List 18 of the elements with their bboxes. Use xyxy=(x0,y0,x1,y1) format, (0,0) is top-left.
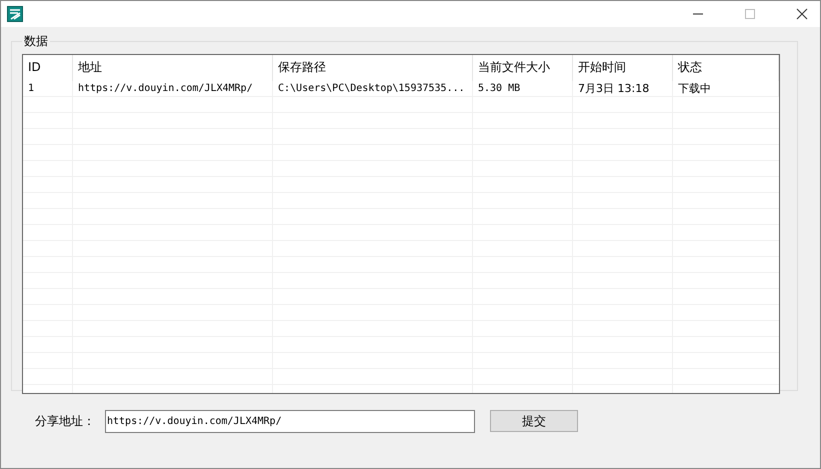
table-cell: 1 xyxy=(23,81,73,97)
table-cell: 下载中 xyxy=(673,81,779,97)
column-header[interactable]: 状态 xyxy=(673,55,779,81)
close-icon[interactable] xyxy=(796,8,808,20)
submit-button[interactable]: 提交 xyxy=(490,410,578,432)
column-header[interactable]: 开始时间 xyxy=(573,55,673,81)
column-header[interactable]: 当前文件大小 xyxy=(473,55,573,81)
table-cell: 5.30 MB xyxy=(473,81,573,97)
table-cell: C:\Users\PC\Desktop\15937535... xyxy=(273,81,473,97)
column-header[interactable]: 保存路径 xyxy=(273,55,473,81)
share-label: 分享地址： xyxy=(35,412,96,430)
group-title: 数据 xyxy=(23,33,49,50)
app-icon xyxy=(7,6,23,22)
table-cell: https://v.douyin.com/JLX4MRp/ xyxy=(73,81,273,97)
column-header[interactable]: 地址 xyxy=(73,55,273,81)
share-url-field[interactable]: https://v.douyin.com/JLX4MRp/ xyxy=(105,410,475,432)
column-header[interactable]: ID xyxy=(23,55,73,81)
table-cell: 7月3日 13:18 xyxy=(573,81,673,97)
